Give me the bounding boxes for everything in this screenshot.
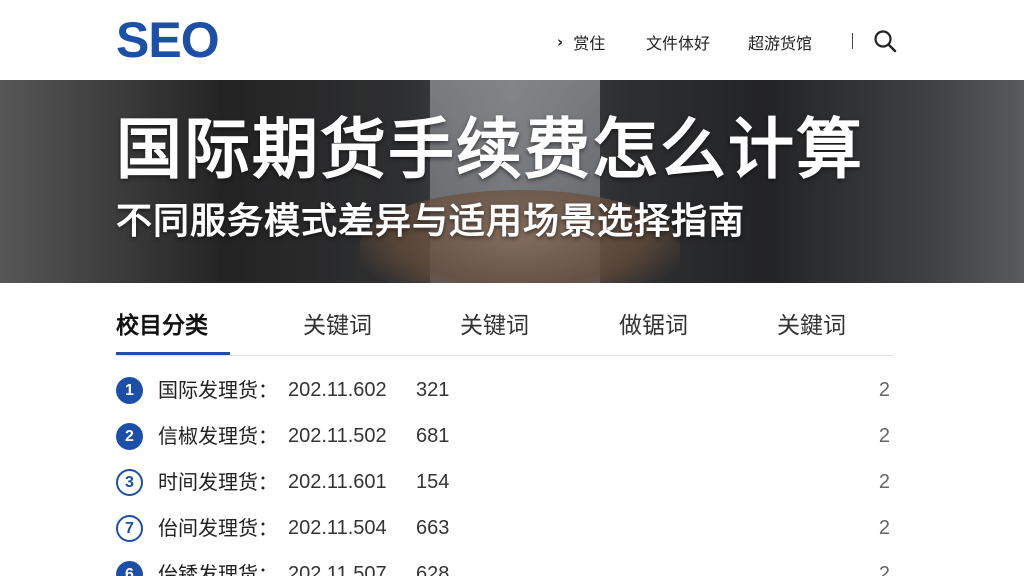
list-item-label: 信椒发理货： <box>158 424 278 448</box>
list-item-number: 2 <box>878 471 890 493</box>
search-icon[interactable] <box>872 28 898 54</box>
list-item-date: 202.11.601 <box>288 471 387 493</box>
rank-badge: 3 <box>116 469 143 496</box>
list-item-number: 2 <box>878 517 890 539</box>
list-item-number: 2 <box>878 379 890 401</box>
list-item-date: 202.11.602 <box>288 379 387 401</box>
rank-badge: 7 <box>116 515 143 542</box>
rank-badge: 6 <box>116 561 143 576</box>
list-item-count: 154 <box>416 471 450 493</box>
list-item-date: 202.11.507 <box>288 563 387 576</box>
list-item-date: 202.11.504 <box>288 517 387 539</box>
nav-item-label: 赏住 <box>573 34 606 53</box>
nav-item-2[interactable]: 文件体好 <box>646 28 710 56</box>
list-item[interactable]: 7 佁间发理货： 202.11.504 663 2 <box>116 504 894 550</box>
list-item-count: 321 <box>416 379 450 401</box>
hero-title: 国际期货手续费怎么计算 <box>116 111 864 188</box>
list-item-count: 663 <box>416 517 450 539</box>
list-item-label: 时间发理货： <box>158 470 278 494</box>
hero-subtitle: 不同服务模式差异与适用场景选择指南 <box>116 201 746 242</box>
chevron-right-icon: › <box>557 33 564 51</box>
list-item-number: 2 <box>878 563 890 576</box>
list-item[interactable]: 2 信椒发理货： 202.11.502 681 2 <box>116 412 894 458</box>
nav-item-label: 超游货馆 <box>748 34 813 53</box>
nav-item-1[interactable]: › 赏住 <box>557 28 605 56</box>
tab-keyword-4[interactable]: 关鍵词 <box>777 306 846 346</box>
tab-keyword-3[interactable]: 做锯词 <box>619 306 688 346</box>
list-item-number: 2 <box>878 425 890 447</box>
category-tabs: 校目分类 关键词 关键词 做锯词 关鍵词 <box>116 300 894 356</box>
hero-banner: 国际期货手续费怎么计算 不同服务模式差异与适用场景选择指南 <box>0 80 1024 283</box>
list-item-label: 佁间发理货： <box>158 516 278 540</box>
tab-category[interactable]: 校目分类 <box>116 306 208 346</box>
list-item-label: 佁锈发理货： <box>158 562 278 576</box>
list-item-count: 681 <box>416 425 450 447</box>
rank-badge: 2 <box>116 423 143 450</box>
rank-badge: 1 <box>116 377 143 404</box>
nav-item-label: 文件体好 <box>646 34 711 53</box>
list-item-label: 国际发理货： <box>158 378 278 402</box>
list-item-date: 202.11.502 <box>288 425 387 447</box>
list-item[interactable]: 1 国际发理货： 202.11.602 321 2 <box>116 366 894 412</box>
tab-keyword-2[interactable]: 关键词 <box>460 306 529 346</box>
list-item-count: 628 <box>416 563 450 576</box>
site-header: SEO › 赏住 文件体好 超游货馆 <box>0 0 1024 80</box>
nav-item-3[interactable]: 超游货馆 <box>748 28 812 56</box>
nav-divider <box>852 33 853 49</box>
site-logo[interactable]: SEO <box>116 10 220 70</box>
list-item[interactable]: 3 时间发理货： 202.11.601 154 2 <box>116 458 894 504</box>
list-item[interactable]: 6 佁锈发理货： 202.11.507 628 2 <box>116 550 894 576</box>
active-tab-indicator <box>116 352 230 355</box>
tab-keyword-1[interactable]: 关键词 <box>303 306 372 346</box>
